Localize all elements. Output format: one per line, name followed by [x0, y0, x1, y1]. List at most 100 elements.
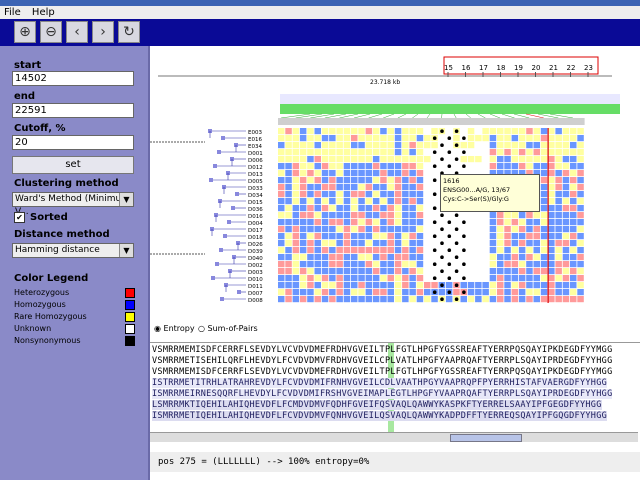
genotype-cell[interactable]: [482, 219, 489, 226]
genotype-cell[interactable]: [351, 170, 358, 177]
sum-pairs-radio[interactable]: ○ Sum-of-Pairs: [198, 324, 258, 333]
genotype-cell[interactable]: [387, 289, 395, 296]
sample-label[interactable]: D011: [248, 284, 263, 290]
sample-label[interactable]: D018: [248, 235, 263, 241]
genotype-cell[interactable]: [540, 240, 548, 247]
genotype-cell[interactable]: [307, 163, 314, 170]
genotype-cell[interactable]: [285, 261, 292, 268]
genotype-cell[interactable]: [475, 268, 482, 275]
genotype-cell[interactable]: [445, 254, 453, 261]
genotype-cell[interactable]: [314, 170, 322, 177]
genotype-cell[interactable]: [351, 198, 358, 205]
genotype-cell[interactable]: [424, 184, 431, 191]
genotype-cell[interactable]: [555, 191, 562, 198]
genotype-cell[interactable]: [365, 261, 373, 268]
genotype-cell[interactable]: [314, 205, 322, 212]
genotype-cell[interactable]: [445, 128, 453, 135]
genotype-cell[interactable]: [548, 219, 555, 226]
genotype-cell[interactable]: [409, 170, 416, 177]
genotype-cell[interactable]: [307, 184, 314, 191]
genotype-cell[interactable]: [278, 177, 285, 184]
genotype-cell[interactable]: [489, 289, 497, 296]
genotype-cell[interactable]: [336, 282, 343, 289]
genotype-cell[interactable]: [540, 198, 548, 205]
genotype-cell[interactable]: [489, 128, 497, 135]
genotype-cell[interactable]: [562, 275, 570, 282]
genotype-cell[interactable]: [299, 268, 307, 275]
genotype-cell[interactable]: [299, 233, 307, 240]
genotype-cell[interactable]: [526, 142, 533, 149]
genotype-cell[interactable]: [380, 142, 387, 149]
genotype-cell[interactable]: [329, 156, 336, 163]
genotype-cell[interactable]: [511, 240, 519, 247]
genotype-cell[interactable]: [307, 149, 314, 156]
genotype-cell[interactable]: [555, 254, 562, 261]
genotype-cell[interactable]: [424, 226, 431, 233]
genotype-cell[interactable]: [467, 275, 475, 282]
genotype-cell[interactable]: [343, 268, 351, 275]
genotype-cell[interactable]: [489, 296, 497, 303]
genotype-cell[interactable]: [482, 254, 489, 261]
genotype-cell[interactable]: [387, 296, 395, 303]
genotype-cell[interactable]: [453, 289, 460, 296]
genotype-cell[interactable]: [380, 212, 387, 219]
genotype-cell[interactable]: [518, 142, 526, 149]
genotype-cell[interactable]: [387, 128, 395, 135]
genotype-cell[interactable]: [278, 296, 285, 303]
genotype-cell[interactable]: [533, 149, 541, 156]
genotype-cell[interactable]: [372, 289, 380, 296]
genotype-cell[interactable]: [358, 282, 365, 289]
genotype-cell[interactable]: [562, 163, 570, 170]
genotype-cell[interactable]: [336, 233, 343, 240]
genotype-cell[interactable]: [533, 156, 541, 163]
genotype-cell[interactable]: [504, 149, 511, 156]
genotype-cell[interactable]: [497, 296, 504, 303]
genotype-cell[interactable]: [402, 149, 409, 156]
genotype-cell[interactable]: [394, 240, 402, 247]
genotype-cell[interactable]: [292, 198, 300, 205]
genotype-cell[interactable]: [321, 177, 329, 184]
genotype-cell[interactable]: [336, 296, 343, 303]
genotype-cell[interactable]: [343, 275, 351, 282]
genotype-cell[interactable]: [482, 296, 489, 303]
genotype-cell[interactable]: [562, 282, 570, 289]
genotype-cell[interactable]: [504, 296, 511, 303]
genotype-cell[interactable]: [336, 226, 343, 233]
tree-node[interactable]: [227, 220, 231, 224]
genotype-cell[interactable]: [278, 142, 285, 149]
genotype-cell[interactable]: [577, 135, 584, 142]
genotype-cell[interactable]: [504, 275, 511, 282]
genotype-cell[interactable]: [562, 226, 570, 233]
genotype-cell[interactable]: [314, 191, 322, 198]
genotype-cell[interactable]: [548, 226, 555, 233]
genotype-cell[interactable]: [292, 254, 300, 261]
genotype-cell[interactable]: [387, 163, 395, 170]
genotype-cell[interactable]: [540, 205, 548, 212]
genotype-cell[interactable]: [533, 142, 541, 149]
set-button[interactable]: set: [12, 156, 134, 174]
genotype-cell[interactable]: [467, 296, 475, 303]
genotype-cell[interactable]: [387, 233, 395, 240]
genotype-cell[interactable]: [402, 212, 409, 219]
genotype-cell[interactable]: [336, 184, 343, 191]
genotype-cell[interactable]: [343, 170, 351, 177]
genotype-cell[interactable]: [570, 128, 577, 135]
genotype-cell[interactable]: [555, 268, 562, 275]
genotype-cell[interactable]: [518, 275, 526, 282]
genotype-cell[interactable]: [372, 247, 380, 254]
genotype-cell[interactable]: [343, 198, 351, 205]
sample-label[interactable]: D003: [248, 270, 263, 276]
genotype-cell[interactable]: [394, 170, 402, 177]
genotype-cell[interactable]: [292, 282, 300, 289]
genotype-cell[interactable]: [292, 226, 300, 233]
genotype-cell[interactable]: [518, 226, 526, 233]
genotype-cell[interactable]: [358, 205, 365, 212]
genotype-cell[interactable]: [577, 149, 584, 156]
genotype-cell[interactable]: [321, 233, 329, 240]
genotype-cell[interactable]: [533, 226, 541, 233]
genotype-cell[interactable]: [358, 156, 365, 163]
genotype-cell[interactable]: [358, 247, 365, 254]
genotype-cell[interactable]: [533, 128, 541, 135]
genotype-cell[interactable]: [577, 268, 584, 275]
genotype-cell[interactable]: [548, 261, 555, 268]
